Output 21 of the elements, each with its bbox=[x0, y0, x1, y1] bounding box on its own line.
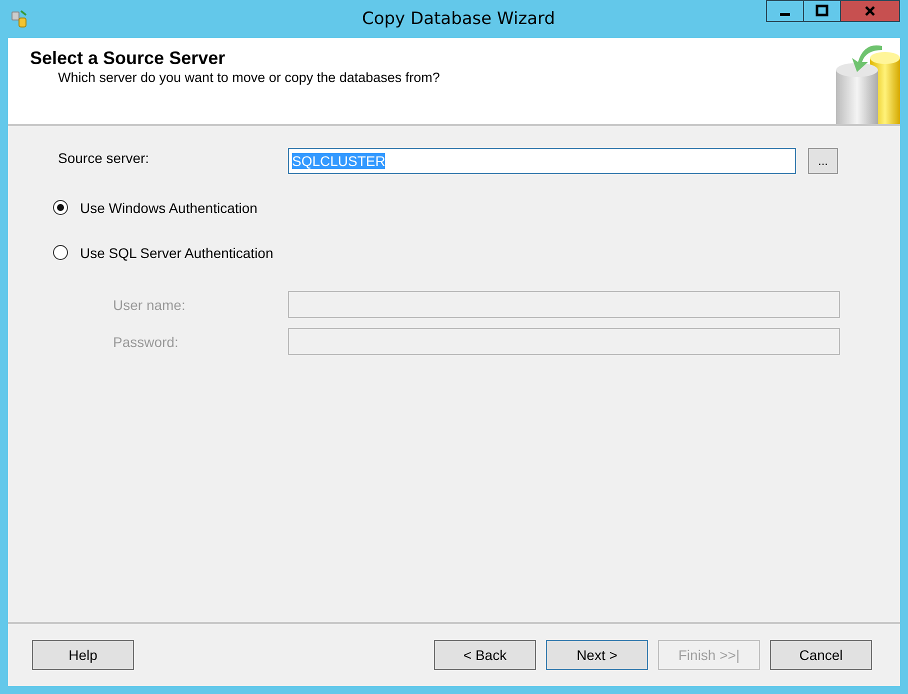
help-button[interactable]: Help bbox=[32, 640, 134, 670]
maximize-icon bbox=[815, 4, 829, 18]
input-field[interactable] bbox=[288, 328, 840, 355]
wizard-button[interactable]: Cancel bbox=[770, 640, 872, 670]
source-server-label: Source server: bbox=[58, 149, 150, 166]
wizard-button[interactable]: < Back bbox=[434, 640, 536, 670]
page-title: Select a Source Server bbox=[30, 48, 226, 69]
minimize-icon bbox=[780, 13, 790, 16]
page-subtitle: Which server do you want to move or copy the databases from? bbox=[57, 70, 440, 85]
close-button[interactable] bbox=[840, 0, 900, 22]
minimize-button[interactable] bbox=[766, 0, 804, 22]
maximize-button[interactable] bbox=[803, 0, 841, 22]
window-title: Copy Database Wizard bbox=[360, 9, 556, 29]
radio-option[interactable]: Use Windows Authentication bbox=[53, 199, 900, 216]
wizard-button[interactable]: Next > bbox=[546, 640, 648, 670]
field-label: User name: bbox=[113, 296, 186, 312]
close-icon bbox=[863, 4, 877, 18]
input-field[interactable] bbox=[288, 291, 840, 318]
radio-option[interactable]: Use SQL Server Authentication bbox=[53, 244, 900, 261]
field-label: Password: bbox=[113, 334, 180, 350]
browse-button[interactable]: ... bbox=[808, 148, 838, 174]
